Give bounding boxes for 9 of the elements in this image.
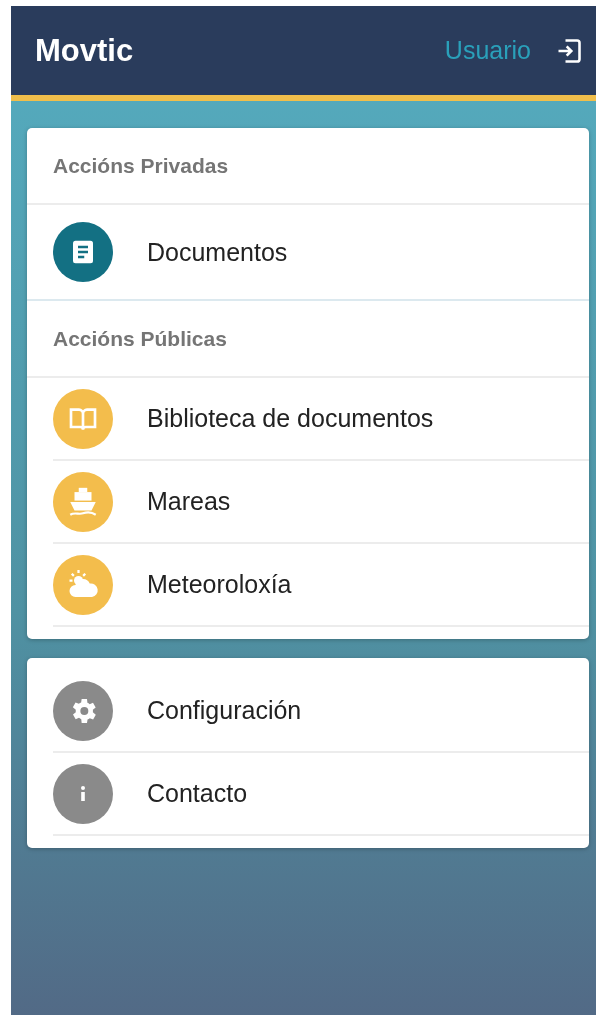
- menu-item[interactable]: Biblioteca de documentos: [53, 378, 589, 461]
- app-title: Movtic: [35, 32, 135, 69]
- menu-item[interactable]: Configuración: [53, 670, 589, 753]
- section-title: Accións Privadas: [27, 128, 589, 205]
- user-link[interactable]: Usuario: [444, 36, 531, 65]
- section-title: Accións Públicas: [27, 301, 589, 378]
- menu-item[interactable]: Mareas: [53, 461, 589, 544]
- menu-item[interactable]: Contacto: [53, 753, 589, 836]
- menu-item[interactable]: Meteoroloxía: [53, 544, 589, 627]
